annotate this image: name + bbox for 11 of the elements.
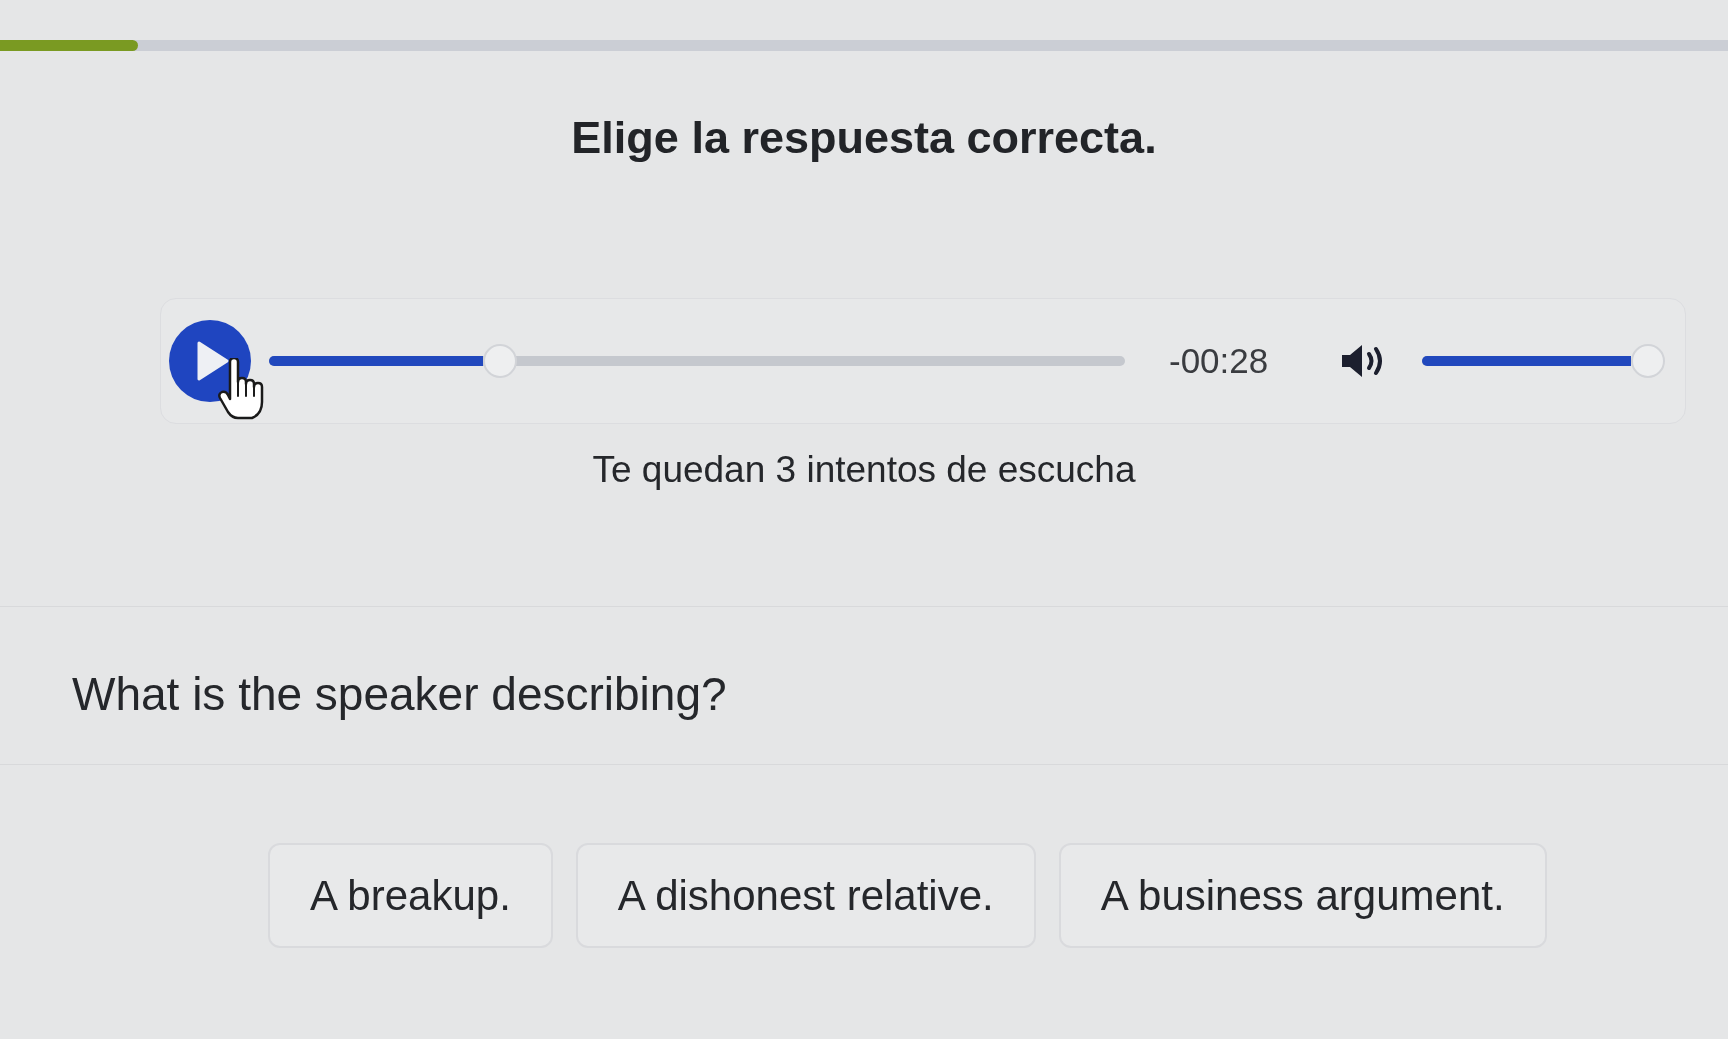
time-remaining: -00:28 xyxy=(1169,339,1269,382)
slider-handle[interactable] xyxy=(483,344,517,378)
hand-cursor-icon xyxy=(218,358,264,420)
attempts-remaining-text: Te quedan 3 intentos de escucha xyxy=(592,448,1136,492)
answer-option[interactable]: A breakup. xyxy=(268,843,553,948)
slider-handle[interactable] xyxy=(1631,344,1666,378)
answer-option[interactable]: A business argument. xyxy=(1058,843,1547,948)
question-text: What is the speaker describing? xyxy=(72,667,727,722)
seek-track[interactable] xyxy=(269,343,1125,379)
instruction-title: Elige la respuesta correcta. xyxy=(571,111,1157,165)
answer-option[interactable]: A dishonest relative. xyxy=(575,843,1036,948)
